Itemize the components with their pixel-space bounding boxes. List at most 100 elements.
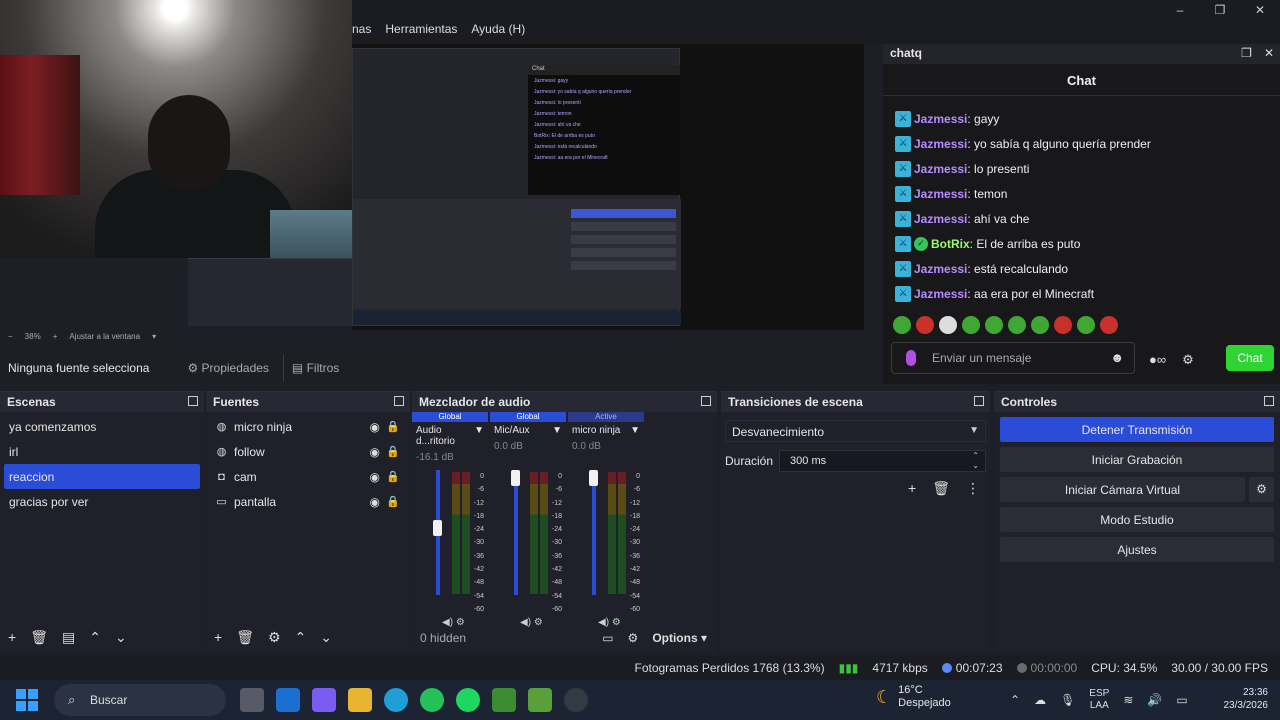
lock-icon[interactable]: 🔒: [386, 445, 400, 458]
undock-icon[interactable]: [1264, 396, 1274, 406]
minecraft-icon[interactable]: [528, 688, 552, 712]
chevron-down-icon[interactable]: ▼: [474, 425, 484, 447]
close-icon[interactable]: ✕: [1264, 46, 1274, 60]
lock-icon[interactable]: 🔒: [386, 420, 400, 433]
visibility-icon[interactable]: ◉: [370, 420, 380, 434]
duration-input[interactable]: 300 ms ⌃ ⌄: [779, 450, 986, 472]
undock-icon[interactable]: [188, 396, 198, 406]
volume-slider-track[interactable]: [592, 470, 596, 595]
cloud-icon[interactable]: ☁: [1034, 693, 1046, 707]
settings-button[interactable]: Ajustes: [1000, 537, 1274, 562]
wifi-icon[interactable]: ≋: [1123, 693, 1133, 707]
spotify-icon[interactable]: [456, 688, 480, 712]
language-indicator[interactable]: ESP LAA: [1089, 688, 1109, 712]
layout-icon[interactable]: ▭: [602, 631, 613, 645]
scene-item[interactable]: gracias por ver: [0, 489, 204, 514]
chevron-down-icon[interactable]: ▼: [630, 425, 640, 436]
emote-icon[interactable]: [962, 316, 980, 334]
add-icon[interactable]: +: [8, 629, 16, 645]
emote-icon[interactable]: [1054, 316, 1072, 334]
more-icon[interactable]: ⋮: [966, 480, 980, 497]
arrow-down-icon[interactable]: ⌄: [320, 629, 332, 646]
undock-icon[interactable]: [974, 396, 984, 406]
undock-icon[interactable]: ❐: [1241, 46, 1252, 60]
microphone-icon[interactable]: 🎙: [1060, 693, 1075, 707]
emoji-icon[interactable]: ☻: [1110, 350, 1124, 365]
arrow-up-icon[interactable]: ⌃: [89, 629, 101, 646]
chat-username[interactable]: BotRix: [931, 237, 970, 251]
chat-username[interactable]: Jazmessi: [914, 137, 967, 151]
clock[interactable]: 23:36 23/3/2026: [1224, 686, 1269, 712]
zoom-out-icon[interactable]: −: [8, 332, 13, 346]
channel-name-row[interactable]: Mic/Aux ▼: [490, 422, 566, 439]
chat-settings-icon[interactable]: ⚙: [1182, 352, 1194, 368]
scene-item[interactable]: ya comenzamos: [0, 414, 204, 439]
gear-icon[interactable]: ⚙: [268, 629, 281, 646]
spinner-icon[interactable]: ⌃ ⌄: [972, 451, 979, 471]
transition-select[interactable]: Desvanecimiento ▼: [725, 420, 986, 442]
visibility-icon[interactable]: ◉: [370, 495, 380, 509]
trash-icon[interactable]: 🗑: [236, 629, 254, 646]
whatsapp-icon[interactable]: [420, 688, 444, 712]
lock-icon[interactable]: 🔒: [386, 470, 400, 483]
emote-icon[interactable]: [1008, 316, 1026, 334]
arrow-up-icon[interactable]: ⌃: [295, 629, 307, 646]
volume-slider-knob[interactable]: [433, 519, 442, 536]
chevron-down-icon[interactable]: ▼: [552, 425, 562, 436]
emote-icon[interactable]: [1031, 316, 1049, 334]
trash-icon[interactable]: 🗑: [30, 629, 48, 646]
scene-item[interactable]: irl: [0, 439, 204, 464]
volume-icon[interactable]: 🔊: [1147, 693, 1162, 707]
visibility-icon[interactable]: ◉: [370, 445, 380, 459]
fit-window-label[interactable]: Ajustar a la ventana: [69, 332, 140, 346]
task-view-icon[interactable]: [240, 688, 264, 712]
start-virtual-camera-button[interactable]: Iniciar Cámara Virtual: [1000, 477, 1245, 502]
channel-name-row[interactable]: Audio d...ritorio ▼: [412, 422, 488, 450]
studio-mode-button[interactable]: Modo Estudio: [1000, 507, 1274, 532]
menu-item-herramientas[interactable]: Herramientas: [385, 22, 457, 36]
chat-username[interactable]: Jazmessi: [914, 187, 967, 201]
filter-icon[interactable]: ▤: [62, 629, 75, 646]
edge-icon[interactable]: [384, 688, 408, 712]
file-explorer-icon[interactable]: [348, 688, 372, 712]
menu-item-nas[interactable]: nas: [352, 22, 371, 36]
emote-icon[interactable]: [1100, 316, 1118, 334]
obs-icon[interactable]: [564, 688, 588, 712]
options-button[interactable]: Options ▾: [652, 631, 707, 645]
zoom-in-icon[interactable]: +: [53, 332, 58, 346]
outlook-icon[interactable]: [276, 688, 300, 712]
emote-icon[interactable]: [893, 316, 911, 334]
menu-item-ayuda[interactable]: Ayuda (H): [471, 22, 525, 36]
start-recording-button[interactable]: Iniciar Grabación: [1000, 447, 1274, 472]
volume-slider-track[interactable]: [514, 470, 518, 595]
source-item[interactable]: ◍ follow ◉ 🔒: [206, 439, 410, 464]
trash-icon[interactable]: 🗑: [932, 480, 950, 497]
chevron-up-icon[interactable]: ⌃: [1010, 693, 1020, 707]
chat-send-button[interactable]: Chat: [1226, 345, 1274, 371]
stop-streaming-button[interactable]: Detener Transmisión: [1000, 417, 1274, 442]
scene-item[interactable]: reaccion: [4, 464, 200, 489]
volume-slider-knob[interactable]: [589, 470, 598, 486]
arrow-down-icon[interactable]: ⌄: [115, 629, 127, 646]
copilot-icon[interactable]: [312, 688, 336, 712]
bits-icon[interactable]: ●∞: [1149, 352, 1166, 368]
emote-icon[interactable]: [939, 316, 957, 334]
undock-icon[interactable]: [394, 396, 404, 406]
source-item[interactable]: ◍ micro ninja ◉ 🔒: [206, 414, 410, 439]
xbox-icon[interactable]: [492, 688, 516, 712]
windows-start-icon[interactable]: [16, 689, 38, 711]
undock-icon[interactable]: [701, 396, 711, 406]
chat-username[interactable]: Jazmessi: [914, 287, 967, 301]
gear-icon[interactable]: ⚙: [1249, 477, 1274, 502]
lock-icon[interactable]: 🔒: [386, 495, 400, 508]
taskbar-search[interactable]: ⌕ Buscar: [54, 684, 226, 716]
chevron-down-icon[interactable]: ▾: [152, 332, 156, 346]
advanced-audio-icon[interactable]: ⚙: [628, 631, 639, 645]
close-button[interactable]: ✕: [1240, 0, 1280, 20]
add-icon[interactable]: +: [908, 480, 916, 497]
add-icon[interactable]: +: [214, 629, 222, 645]
visibility-icon[interactable]: ◉: [370, 470, 380, 484]
battery-icon[interactable]: ▭: [1176, 693, 1187, 707]
volume-slider-knob[interactable]: [511, 470, 520, 486]
weather-widget[interactable]: ☾ 16°C Despejado: [876, 684, 951, 710]
